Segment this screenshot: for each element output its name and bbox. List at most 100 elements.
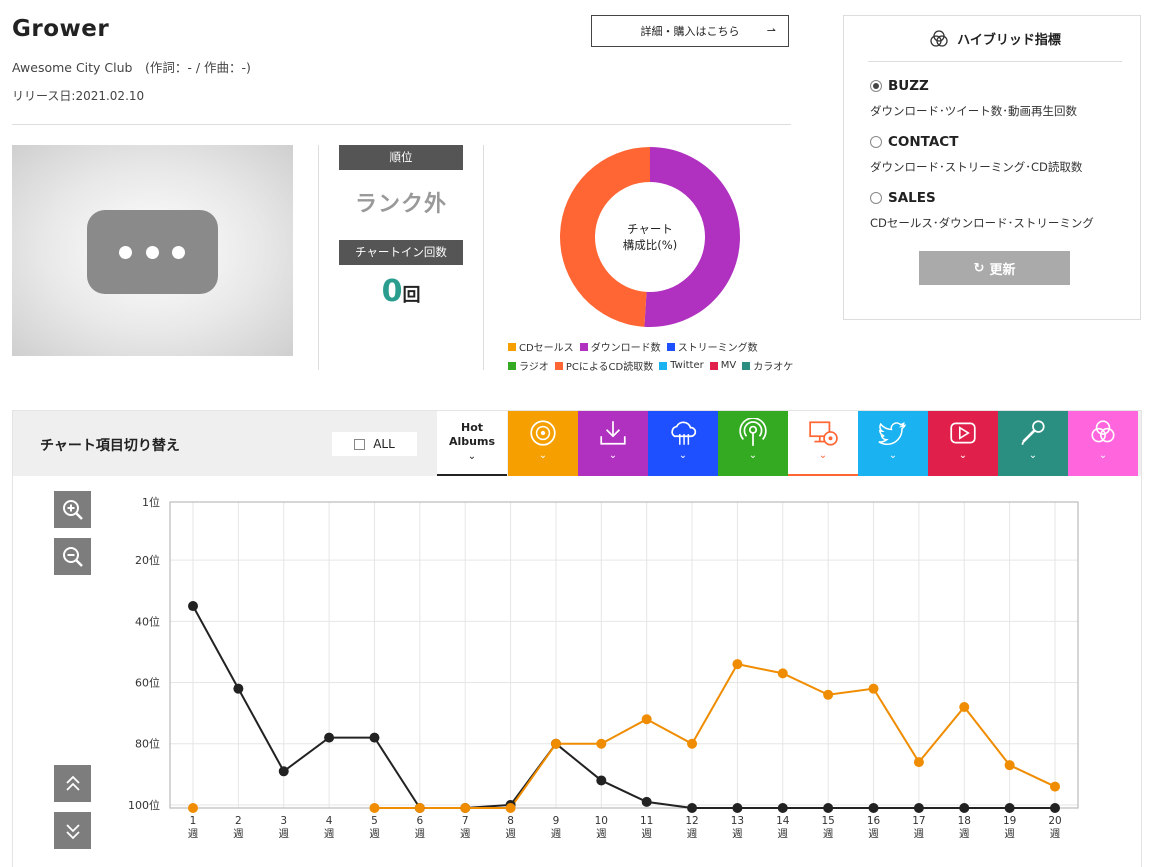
series-point-1[interactable] [369,803,380,813]
all-label: ALL [373,437,395,451]
series-line-0 [192,605,1055,809]
series-point-0[interactable] [233,683,244,694]
tab-hot-albums-label: Hot Albums [449,421,495,448]
series-point-0[interactable] [1004,803,1015,813]
donut-legend-row2: ラジオ PCによるCD読取数 Twitter MV カラオケ [508,358,793,373]
series-point-1[interactable] [687,738,698,749]
x-tick-label: 14 週 [776,815,790,840]
x-tick-label: 10 週 [595,815,608,840]
series-point-0[interactable] [777,803,788,813]
option-buzz[interactable]: BUZZ [870,78,929,94]
series-point-0[interactable] [687,803,698,813]
tab-radio[interactable]: ⌄ [718,411,788,476]
series-point-0[interactable] [369,732,380,743]
series-point-0[interactable] [959,803,970,813]
refresh-icon: ↻ [973,260,985,276]
option-buzz-label: BUZZ [888,78,929,94]
series-point-1[interactable] [460,803,471,813]
y-tick-label: 40位 [135,614,160,628]
hybrid-index-panel: ハイブリッド指標 BUZZ ダウンロード･ツイート数･動画再生回数 CONTAC… [843,15,1141,320]
all-toggle[interactable]: ALL [332,432,417,456]
composition-donut-chart: チャート 構成比(%) [560,147,741,327]
radio-contact[interactable] [870,136,882,148]
pc-cd-icon [809,421,838,446]
series-point-0[interactable] [823,803,834,813]
buy-button[interactable]: 詳細・購入はこちら ⇀ [591,15,789,47]
series-point-1[interactable] [1004,760,1015,771]
legend-label: カラオケ [753,362,794,373]
series-point-1[interactable] [550,738,561,749]
tab-karaoke[interactable]: ⌄ [998,411,1068,476]
rank-value: ランク外 [354,192,447,217]
video-thumbnail[interactable] [12,145,293,356]
series-point-1[interactable] [777,668,788,679]
series-point-1[interactable] [868,683,879,694]
series-point-1[interactable] [913,757,924,768]
series-point-1[interactable] [732,659,743,670]
legend-label: PCによるCD読取数 [565,362,654,373]
arrow-icon: ⇀ [766,24,776,37]
radio-buzz[interactable] [870,80,882,92]
tab-streaming[interactable]: ⌄ [648,411,718,476]
x-tick-label: 15 週 [821,815,834,840]
option-contact[interactable]: CONTACT [870,134,958,150]
x-tick-label: 13 週 [731,815,744,840]
y-tick-label: 1位 [142,495,160,509]
series-point-1[interactable] [823,689,834,700]
legend-label: ストリーミング数 [677,343,758,354]
series-point-0[interactable] [278,766,289,777]
legend-label: ラジオ [519,362,549,373]
y-tick-label: 60位 [135,676,160,690]
series-point-0[interactable] [1050,803,1060,813]
series-point-1[interactable] [596,738,607,749]
option-buzz-desc: ダウンロード･ツイート数･動画再生回数 [870,104,1077,118]
series-point-1[interactable] [1050,781,1060,792]
x-tick-label: 3週 [278,815,289,840]
hybrid-title: ハイブリッド指標 [957,33,1061,48]
all-checkbox[interactable] [354,438,366,450]
series-point-1[interactable] [505,803,516,813]
series-point-0[interactable] [596,775,607,786]
tab-hot-albums[interactable]: Hot Albums ⌄ [437,411,507,476]
option-sales-desc: CDセールス･ダウンロード･ストリーミング [870,216,1094,230]
series-point-1[interactable] [414,803,425,813]
legend-label: Twitter [670,360,704,371]
series-point-0[interactable] [324,732,335,743]
legend-swatch [659,361,668,370]
option-sales-label: SALES [888,190,936,206]
artist-credit: Awesome City Club (作詞：- / 作曲：-) [12,60,251,75]
option-sales[interactable]: SALES [870,190,936,206]
y-tick-label: 80位 [135,737,160,751]
chartin-value: 0回 [339,274,463,309]
chevron-down-icon: ⌄ [1028,450,1038,461]
download-icon [600,421,626,445]
donut-legend-row1: CDセールス ダウンロード数 ストリーミング数 [508,339,758,354]
series-point-1[interactable] [641,714,652,725]
tab-download[interactable]: ⌄ [578,411,648,476]
series-point-0[interactable] [188,601,198,612]
tab-cd[interactable]: ⌄ [508,411,578,476]
tab-mv[interactable]: ⌄ [928,411,998,476]
series-point-0[interactable] [913,803,924,813]
rank-line-chart: 1位 20位 40位 60位 80位 100位 1 週 2 週 3 週 4 週 5 週 6 週 7 週 8 週 9 週 10 週 1… [128,495,1079,840]
series-point-0[interactable] [641,796,652,807]
tab-hybrid[interactable]: ⌄ [1068,411,1138,476]
x-tick-label: 8週 [505,815,516,840]
radio-sales[interactable] [870,192,882,204]
divider [318,145,319,370]
series-point-0[interactable] [868,803,879,813]
x-tick-label: 7週 [460,815,471,840]
series-point-1[interactable] [959,702,970,713]
tab-pc-cd[interactable]: ⌄ [788,411,858,476]
song-title: Grower [12,16,110,42]
legend-item: Twitter [659,358,704,373]
legend-item: MV [709,358,736,373]
donut-center-line1: チャート [627,222,673,236]
refresh-button[interactable]: ↻ 更新 [919,251,1070,285]
chartin-unit: 回 [402,285,421,306]
series-point-1[interactable] [188,803,198,813]
donut-center-line2: 構成比(%) [623,238,677,252]
legend-label: CDセールス [519,343,574,354]
tab-twitter[interactable]: ⌄ [858,411,928,476]
series-point-0[interactable] [732,803,743,813]
